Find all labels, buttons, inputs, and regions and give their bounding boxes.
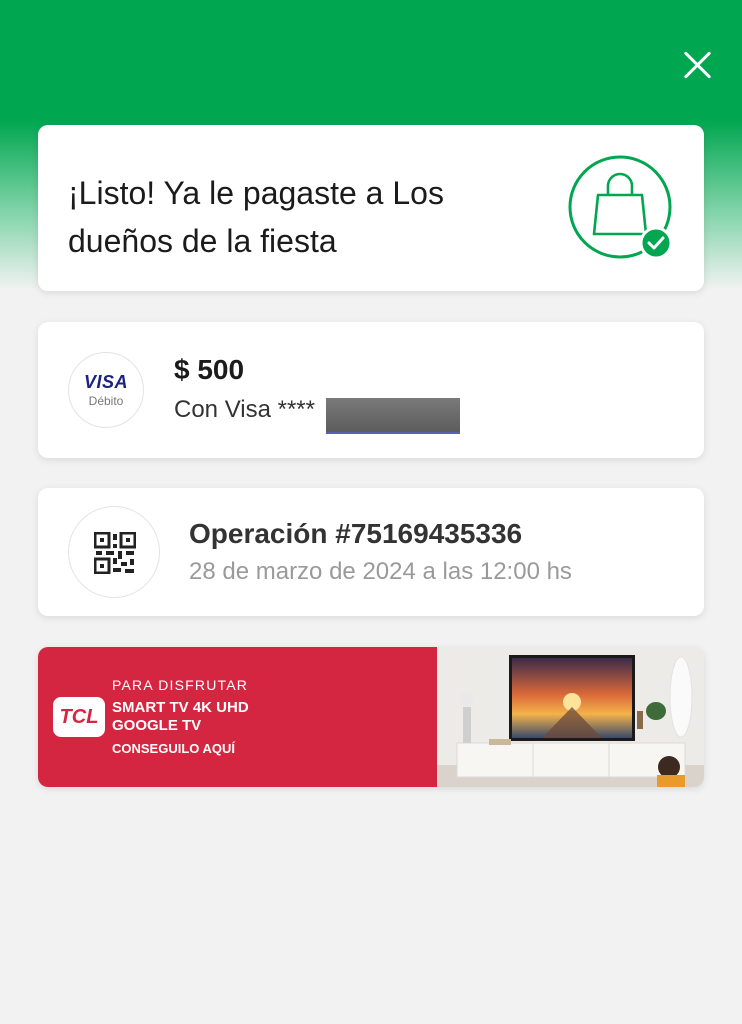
tcl-logo: TCL	[53, 697, 105, 737]
success-card: ¡Listo! Ya le pagaste a Los dueños de la…	[38, 125, 704, 291]
banner-product: SMART TV 4K UHD GOOGLE TV	[112, 699, 312, 735]
banner-cta-link[interactable]: CONSEGUILO AQUÍ	[112, 741, 235, 756]
banner-kicker: PARA DISFRUTAR	[112, 677, 249, 693]
payment-card: VISA Débito $ 500 Con Visa ****	[38, 322, 704, 458]
operation-number: Operación #75169435336	[189, 518, 523, 549]
success-title: ¡Listo! Ya le pagaste a Los dueños de la…	[68, 175, 444, 259]
shopping-bag-check-icon	[568, 155, 674, 261]
promo-banner[interactable]: TCL PARA DISFRUTAR SMART TV 4K UHD GOOGL…	[38, 647, 704, 787]
qr-code-icon	[68, 506, 160, 598]
payment-amount: $ 500	[174, 354, 245, 385]
operation-card: Operación #75169435336 28 de marzo de 20…	[38, 488, 704, 616]
card-type: Débito	[88, 394, 124, 408]
banner-product-line1: SMART TV 4K UHD	[112, 699, 249, 716]
card-brand: VISA	[83, 372, 128, 392]
banner-product-line2: GOOGLE TV	[112, 717, 202, 734]
operation-date: 28 de marzo de 2024 a las 12:00 hs	[189, 558, 572, 585]
card-number-label: Con Visa ****	[174, 396, 315, 423]
redacted-card-number	[326, 398, 460, 434]
close-icon[interactable]	[680, 48, 714, 82]
tv-room-image	[437, 647, 704, 787]
banner-text-panel: TCL PARA DISFRUTAR SMART TV 4K UHD GOOGL…	[38, 647, 437, 787]
visa-debit-icon: VISA Débito	[68, 352, 144, 428]
